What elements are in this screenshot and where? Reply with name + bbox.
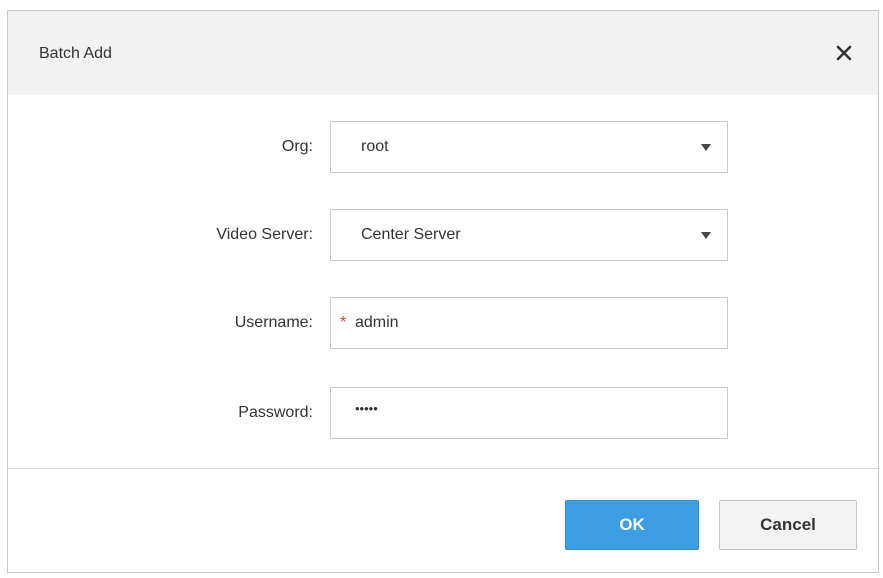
video-server-label: Video Server: (216, 226, 313, 243)
password-row: Password: ••••• (8, 387, 878, 439)
org-select[interactable]: root (330, 121, 728, 173)
batch-add-dialog: Batch Add Org: root Video Server: Center… (7, 10, 879, 573)
dialog-title: Batch Add (39, 45, 112, 62)
video-server-select[interactable]: Center Server (330, 209, 728, 261)
close-icon (836, 45, 852, 61)
dialog-header: Batch Add (8, 11, 878, 95)
org-row: Org: root (8, 121, 878, 173)
cancel-button[interactable]: Cancel (719, 500, 857, 550)
username-label: Username: (234, 314, 313, 331)
close-button[interactable] (832, 41, 856, 65)
password-masked-value: ••••• (355, 401, 378, 416)
chevron-down-icon (701, 232, 711, 239)
password-input[interactable]: ••••• (330, 387, 728, 439)
ok-button[interactable]: OK (565, 500, 699, 550)
video-server-row: Video Server: Center Server (8, 209, 878, 261)
username-input-value: admin (355, 314, 399, 331)
org-label: Org: (281, 138, 313, 155)
username-input[interactable]: * admin (330, 297, 728, 349)
username-row: Username: * admin (8, 297, 878, 349)
required-marker: * (340, 314, 347, 331)
video-server-select-value: Center Server (361, 226, 461, 243)
chevron-down-icon (701, 144, 711, 151)
org-select-value: root (361, 138, 389, 155)
password-label: Password: (238, 404, 313, 421)
footer-divider (8, 468, 878, 469)
